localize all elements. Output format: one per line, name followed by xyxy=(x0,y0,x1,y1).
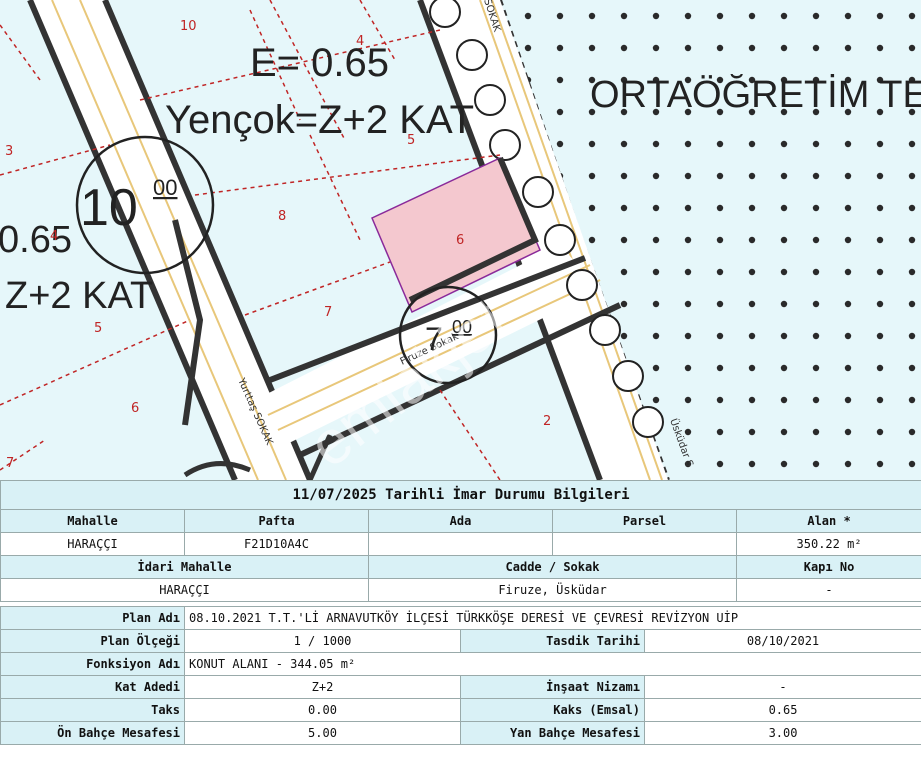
value-kat-adedi: Z+2 xyxy=(184,675,461,699)
value-pafta: F21D10A4C xyxy=(184,532,369,556)
header-cadde-sokak: Cadde / Sokak xyxy=(368,555,737,579)
max-height-left: Z+2 KAT xyxy=(5,275,153,317)
value-parsel xyxy=(552,532,737,556)
label-fonksiyon: Fonksiyon Adı xyxy=(0,652,185,676)
value-insaat-nizami: - xyxy=(643,675,921,699)
label-kat-adedi: Kat Adedi xyxy=(0,675,185,699)
header-idari-mahalle: İdari Mahalle xyxy=(0,555,369,579)
parcel-number: 7 xyxy=(324,305,332,320)
label-on-bahce: Ön Bahçe Mesafesi xyxy=(0,721,185,745)
label-insaat-nizami: İnşaat Nizamı xyxy=(460,675,645,699)
header-mahalle: Mahalle xyxy=(0,509,185,533)
parcel-number: 7 xyxy=(6,456,14,471)
e-value-label: E= 0.65 xyxy=(250,41,389,85)
value-yan-bahce: 3.00 xyxy=(643,721,921,745)
label-plan-olcegi: Plan Ölçeği xyxy=(0,629,185,653)
value-mahalle: HARAÇÇI xyxy=(0,532,185,556)
parcel-number: 3 xyxy=(5,144,13,159)
parcel-number: 8 xyxy=(278,209,286,224)
value-kapi-no: - xyxy=(735,578,921,602)
header-parsel: Parsel xyxy=(552,509,737,533)
max-height-label: Yençok=Z+2 KAT xyxy=(165,98,474,142)
header-pafta: Pafta xyxy=(184,509,369,533)
elevation-sup-1: 00 xyxy=(153,175,177,200)
parcel-number: 4 xyxy=(356,34,364,49)
label-kaks: Kaks (Emsal) xyxy=(460,698,645,722)
zoning-info-panel: 11/07/2025 Tarihli İmar Durumu Bilgileri… xyxy=(0,480,921,745)
value-taks: 0.00 xyxy=(184,698,461,722)
value-idari-mahalle: HARAÇÇI xyxy=(0,578,369,602)
header-alan: Alan * xyxy=(735,509,921,533)
value-fonksiyon: KONUT ALANI - 344.05 m² xyxy=(183,652,921,676)
summary-table: 11/07/2025 Tarihli İmar Durumu Bilgileri… xyxy=(0,480,921,602)
label-taks: Taks xyxy=(0,698,185,722)
value-plan-olcegi: 1 / 1000 xyxy=(184,629,461,653)
parcel-number: 5 xyxy=(94,321,102,336)
parcel-number: 10 xyxy=(180,19,197,34)
parcel-number: 4 xyxy=(50,229,58,244)
zoning-map[interactable]: E= 0.65 Yençok=Z+2 KAT 0.65 Z+2 KAT ORTA… xyxy=(0,0,921,480)
parcel-number: 5 xyxy=(407,133,415,148)
label-tasdik-tarihi: Tasdik Tarihi xyxy=(460,629,645,653)
parcel-number: 2 xyxy=(543,414,551,429)
value-on-bahce: 5.00 xyxy=(184,721,461,745)
value-tasdik-tarihi: 08/10/2021 xyxy=(643,629,921,653)
parcel-number: 6 xyxy=(456,233,464,248)
value-alan: 350.22 m² xyxy=(735,532,921,556)
detail-table: Plan Adı 08.10.2021 T.T.'Lİ ARNAVUTKÖY İ… xyxy=(0,606,921,745)
report-title: 11/07/2025 Tarihli İmar Durumu Bilgileri xyxy=(0,480,921,510)
parcel-number: 6 xyxy=(131,401,139,416)
e-value-left: 0.65 xyxy=(0,219,72,261)
label-yan-bahce: Yan Bahçe Mesafesi xyxy=(460,721,645,745)
label-plan-adi: Plan Adı xyxy=(0,606,185,630)
value-ada xyxy=(368,532,553,556)
value-kaks: 0.65 xyxy=(643,698,921,722)
header-kapi-no: Kapı No xyxy=(735,555,921,579)
value-cadde-sokak: Firuze, Üsküdar xyxy=(368,578,737,602)
header-ada: Ada xyxy=(368,509,553,533)
value-plan-adi: 08.10.2021 T.T.'Lİ ARNAVUTKÖY İLÇESİ TÜR… xyxy=(183,606,921,630)
elevation-main-1: 10 xyxy=(80,179,138,237)
school-label: ORTAÖĞRETİM TE xyxy=(590,72,921,116)
